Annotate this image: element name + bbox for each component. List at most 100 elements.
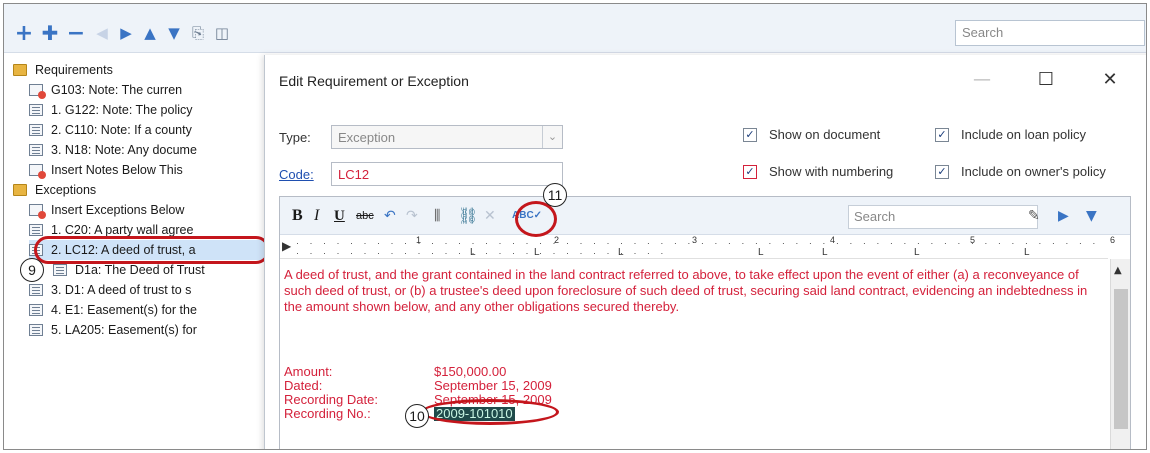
move-up-icon[interactable]: ▲ xyxy=(140,23,160,43)
document-icon xyxy=(29,324,43,336)
note-deleted-icon xyxy=(29,84,46,99)
note-deleted-icon xyxy=(29,164,46,179)
type-label: Type: xyxy=(279,130,311,145)
editor-body-text[interactable]: A deed of trust, and the grant contained… xyxy=(284,267,1094,315)
tree-item-label: 5. LA205: Easement(s) for xyxy=(51,323,197,337)
remove-icon[interactable]: − xyxy=(66,21,86,46)
folder-icon xyxy=(13,64,27,76)
next-result-icon[interactable]: ▶ xyxy=(1058,205,1069,227)
tab-stop-icon[interactable]: L xyxy=(618,247,624,258)
code-input[interactable]: LC12 xyxy=(331,162,563,186)
add-child-icon[interactable]: ✚ xyxy=(40,21,60,45)
ruler-mark: 2 xyxy=(554,235,560,245)
minimize-icon[interactable]: — xyxy=(967,69,997,90)
include-loan-policy-label: Include on loan policy xyxy=(961,127,1087,142)
editor-scrollbar[interactable]: ▲ xyxy=(1110,259,1130,449)
scroll-thumb[interactable] xyxy=(1114,289,1128,429)
tree-folder-label: Requirements xyxy=(35,63,113,77)
show-on-document-checkbox[interactable]: ✓ xyxy=(743,128,757,142)
maximize-icon[interactable]: ☐ xyxy=(1031,69,1061,90)
code-link[interactable]: Code: xyxy=(279,167,314,182)
show-with-numbering-checkbox[interactable]: ✓ xyxy=(743,165,757,179)
indent-marker-icon[interactable]: ▶ xyxy=(282,239,291,253)
callout-badge: 9 xyxy=(20,258,44,282)
tree-item[interactable]: 3. D1: A deed of trust to s xyxy=(29,280,191,300)
app-frame: + ✚ − ◀ ▶ ▲ ▼ ⎘ ◫ Search Requirements G1… xyxy=(3,3,1147,450)
tree-item[interactable]: Insert Exceptions Below xyxy=(29,200,184,220)
tab-stop-icon[interactable]: L xyxy=(914,247,920,258)
insert-link-icon[interactable]: ⛓ xyxy=(458,205,478,227)
type-value: Exception xyxy=(338,130,396,145)
ruler-mark: 1 xyxy=(416,235,422,245)
tree-item-label: 1. C20: A party wall agree xyxy=(51,223,194,237)
show-with-numbering-label: Show with numbering xyxy=(769,164,894,179)
document-icon xyxy=(29,124,43,136)
main-toolbar: + ✚ − ◀ ▶ ▲ ▼ ⎘ ◫ Search xyxy=(4,4,1146,53)
tree-item[interactable]: 1. G122: Note: The policy xyxy=(29,100,193,120)
tab-stop-icon[interactable]: L xyxy=(470,247,476,258)
remove-link-icon[interactable]: ✕ xyxy=(484,205,496,227)
tree-item-label: 4. E1: Easement(s) for the xyxy=(51,303,197,317)
tree-item-label: Insert Exceptions Below xyxy=(51,203,185,217)
clear-search-icon[interactable]: ✎ xyxy=(1028,205,1040,227)
tree-item-label: D1a: The Deed of Trust xyxy=(75,263,205,277)
search-options-icon[interactable]: ▼ xyxy=(1086,205,1097,227)
include-owners-policy-label: Include on owner's policy xyxy=(961,164,1106,179)
tree-folder-exceptions[interactable]: Exceptions xyxy=(13,180,96,200)
tree-item-label: G103: Note: The curren xyxy=(51,83,183,97)
tab-stop-icon[interactable]: L xyxy=(758,247,764,258)
editor-search-input[interactable]: Search xyxy=(848,205,1038,229)
underline-icon[interactable]: U xyxy=(334,205,345,227)
tree-item-label: 1. G122: Note: The policy xyxy=(51,103,193,117)
include-loan-policy-checkbox[interactable]: ✓ xyxy=(935,128,949,142)
type-select[interactable]: Exception ⌄ xyxy=(331,125,563,149)
ruler-mark: 3 xyxy=(692,235,698,245)
search-input[interactable]: Search xyxy=(955,20,1145,46)
tree-folder-requirements[interactable]: Requirements xyxy=(13,60,113,80)
ruler-mark: 4 xyxy=(830,235,836,245)
tab-stop-icon[interactable]: L xyxy=(1024,247,1030,258)
callout-badge: 10 xyxy=(405,404,429,428)
forward-icon[interactable]: ▶ xyxy=(116,23,136,43)
bold-icon[interactable]: B xyxy=(292,205,303,227)
tree-item[interactable]: 3. N18: Note: Any docume xyxy=(29,140,197,160)
document-icon xyxy=(29,304,43,316)
italic-icon[interactable]: I xyxy=(314,205,319,227)
document-icon xyxy=(29,224,43,236)
panel-icon[interactable]: ◫ xyxy=(212,23,232,43)
copy-icon[interactable]: ⎘ xyxy=(188,23,208,43)
tree-item[interactable]: G103: Note: The curren xyxy=(29,80,182,100)
chevron-down-icon[interactable]: ⌄ xyxy=(542,126,562,148)
tab-stop-icon[interactable]: L xyxy=(822,247,828,258)
ruler-mark: 6 xyxy=(1110,235,1116,245)
dated-label: Dated: xyxy=(284,378,323,393)
undo-icon[interactable]: ↶ xyxy=(384,205,396,227)
move-down-icon[interactable]: ▼ xyxy=(164,23,184,43)
columns-icon[interactable]: ⫼ xyxy=(434,205,440,227)
tree-item[interactable]: 4. E1: Easement(s) for the xyxy=(29,300,197,320)
tree-folder-label: Exceptions xyxy=(35,183,97,197)
tree-item[interactable]: 5. LA205: Easement(s) for xyxy=(29,320,197,340)
tree-item-label: 3. N18: Note: Any docume xyxy=(51,143,197,157)
editor-toolbar: B I U abc ↶ ↷ ⫼ ⛓ ✕ ABC✓ Search ✎ ▶ ▼ xyxy=(280,197,1130,235)
tree-item-label: Insert Notes Below This xyxy=(51,163,183,177)
folder-icon xyxy=(13,184,27,196)
include-owners-policy-checkbox[interactable]: ✓ xyxy=(935,165,949,179)
ruler: ▶ · · · · · · · · · · · · · · · · · · · … xyxy=(280,235,1115,259)
tab-stop-icon[interactable]: L xyxy=(534,247,540,258)
back-icon[interactable]: ◀ xyxy=(92,23,112,43)
recording-no-label: Recording No.: xyxy=(284,406,371,421)
highlight-oval xyxy=(421,399,559,425)
dialog-title: Edit Requirement or Exception xyxy=(279,73,469,89)
close-icon[interactable]: ✕ xyxy=(1095,69,1125,90)
highlight-oval xyxy=(34,236,270,264)
scroll-up-icon[interactable]: ▲ xyxy=(1114,265,1122,276)
strikethrough-icon[interactable]: abc xyxy=(356,205,374,227)
document-icon xyxy=(29,284,43,296)
tree-item[interactable]: 2. C110: Note: If a county xyxy=(29,120,192,140)
redo-icon[interactable]: ↷ xyxy=(406,205,418,227)
dated-value: September 15, 2009 xyxy=(434,378,552,393)
tree-item[interactable]: Insert Notes Below This xyxy=(29,160,183,180)
tree-item-label: 2. C110: Note: If a county xyxy=(51,123,192,137)
add-icon[interactable]: + xyxy=(14,21,34,46)
